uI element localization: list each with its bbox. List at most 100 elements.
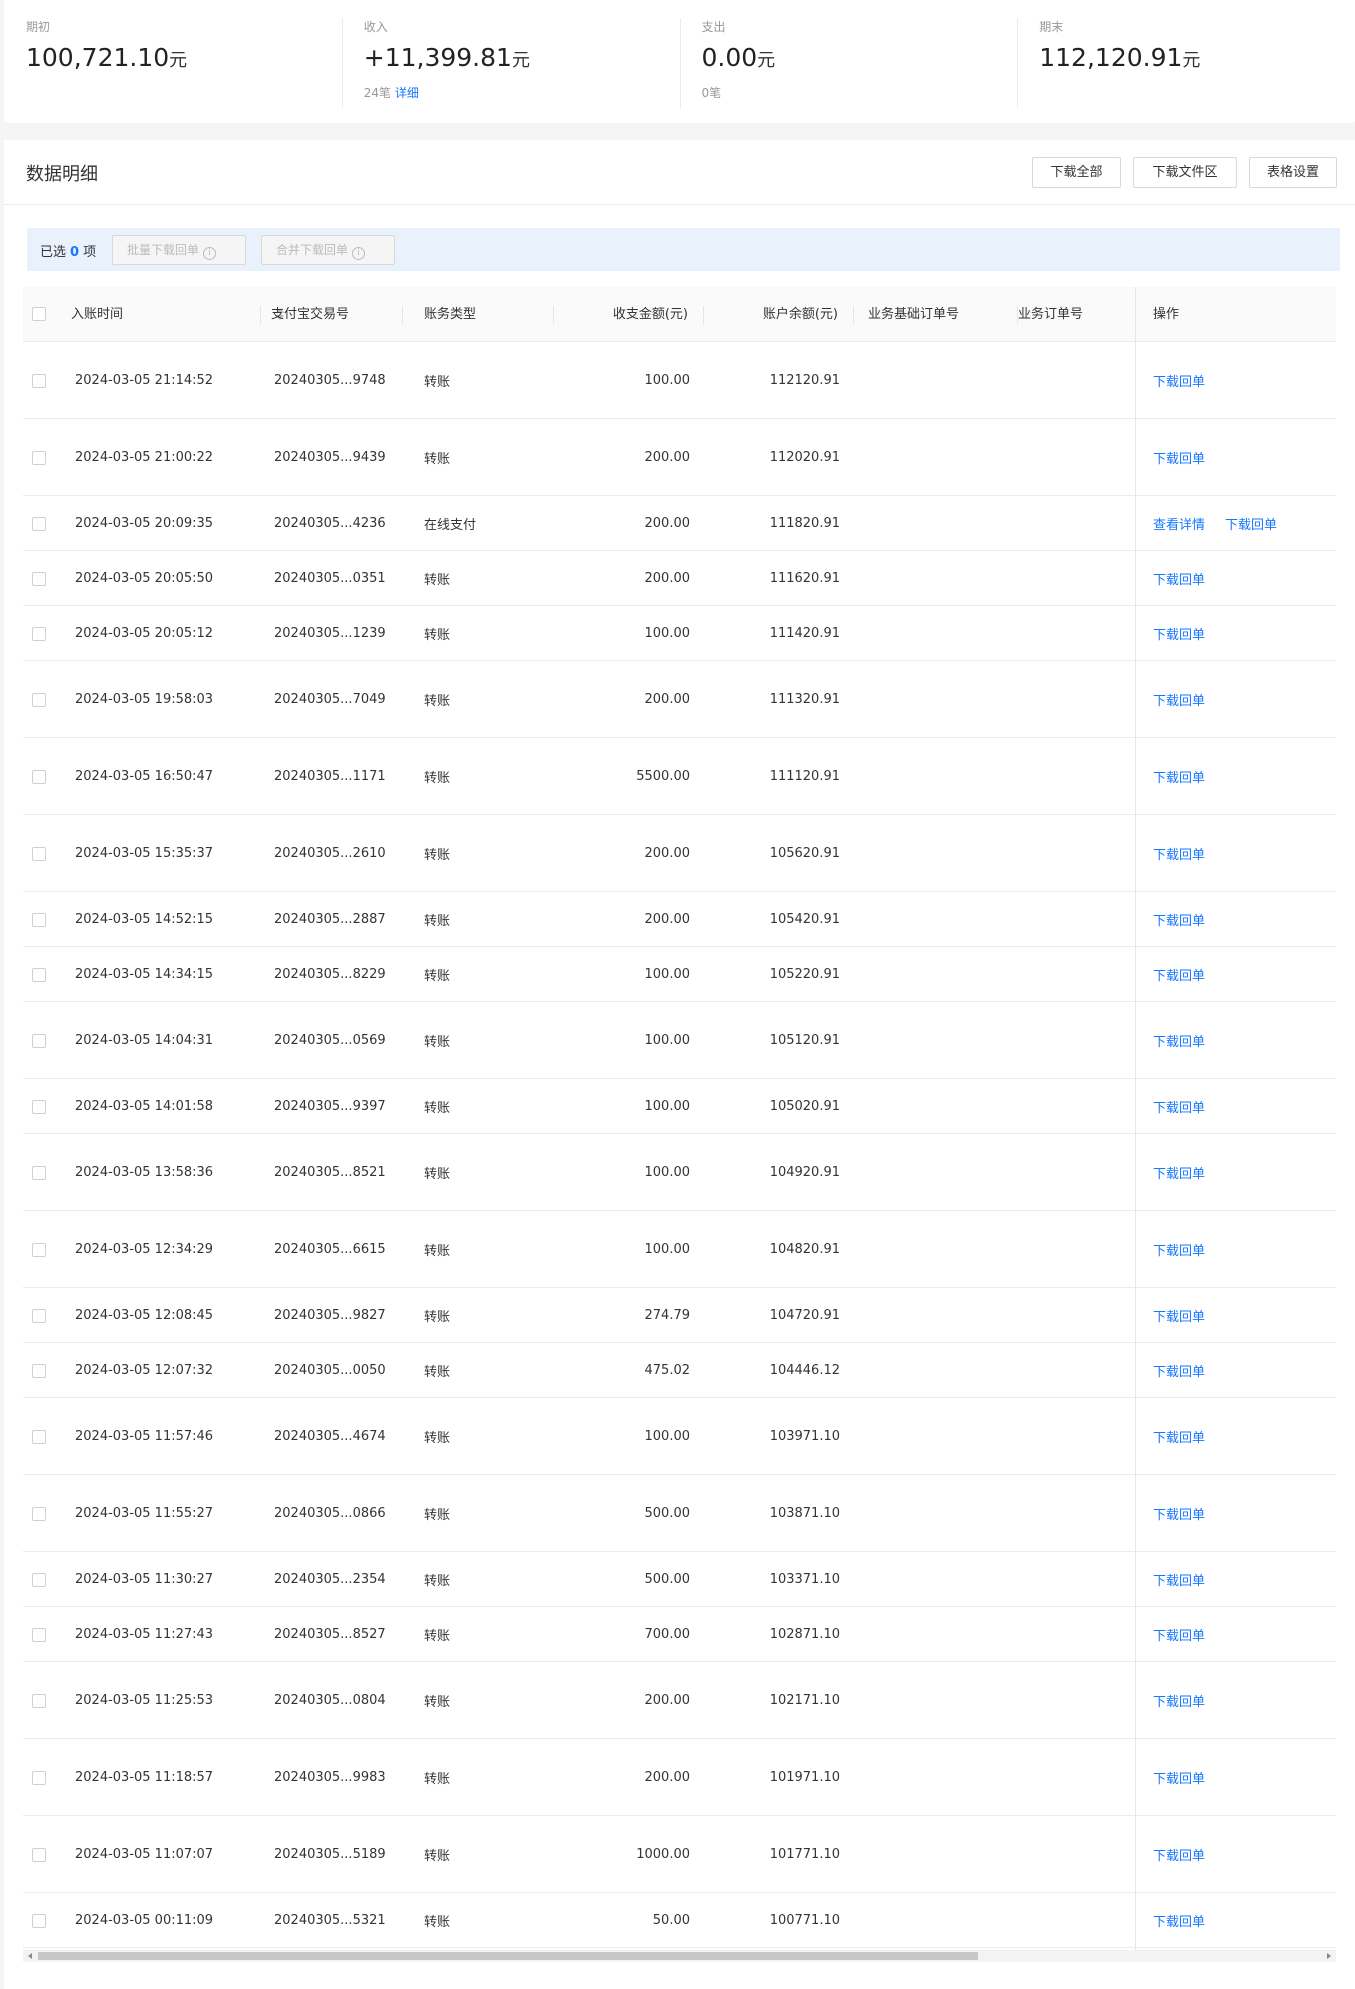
row-checkbox[interactable]	[32, 1627, 46, 1642]
merge-download-button[interactable]: 合并下载回单 i	[261, 235, 395, 265]
cell-amount: 200.00	[644, 845, 691, 861]
row-checkbox[interactable]	[32, 450, 46, 465]
download-receipt-link[interactable]: 下载回单	[1225, 496, 1277, 550]
scroll-right-icon[interactable]	[1327, 1953, 1331, 1959]
row-checkbox[interactable]	[32, 1363, 46, 1378]
column-header-time[interactable]: 入账时间	[71, 287, 284, 342]
download-receipt-link[interactable]: 下载回单	[1153, 1552, 1205, 1606]
download-receipt-link[interactable]: 下载回单	[1153, 815, 1205, 891]
cell-trade-no: 20240305...9748	[274, 372, 386, 388]
cell-type: 转账	[424, 374, 451, 390]
row-checkbox[interactable]	[32, 1429, 46, 1444]
cell-amount: 200.00	[644, 570, 691, 586]
cell-balance: 112120.91	[769, 372, 840, 388]
row-checkbox[interactable]	[32, 1913, 46, 1928]
column-header-amount: 收支金额(元)	[554, 287, 704, 342]
download-receipt-link[interactable]: 下载回单	[1153, 1002, 1205, 1078]
download-receipt-link[interactable]: 下载回单	[1153, 947, 1205, 1001]
row-checkbox[interactable]	[32, 846, 46, 861]
download-receipt-link[interactable]: 下载回单	[1153, 661, 1205, 737]
cell-trade-no: 20240305...2610	[274, 845, 386, 861]
row-checkbox[interactable]	[32, 373, 46, 388]
download-receipt-link[interactable]: 下载回单	[1153, 1893, 1205, 1947]
cell-amount: 200.00	[644, 449, 691, 465]
cell-balance: 104920.91	[769, 1164, 840, 1180]
panel-title: 数据明细	[26, 164, 98, 185]
cell-trade-no: 20240305...9983	[274, 1769, 386, 1785]
cell-time: 2024-03-05 14:04:31	[75, 1032, 214, 1048]
closing-amount: 112,120.91元	[1039, 42, 1355, 77]
income-detail-link[interactable]: 详细	[395, 86, 419, 100]
income-amount: +11,399.81元	[364, 42, 680, 77]
cell-trade-no: 20240305...5321	[274, 1912, 386, 1928]
download-receipt-link[interactable]: 下载回单	[1153, 1398, 1205, 1474]
cell-trade-no: 20240305...0804	[274, 1692, 386, 1708]
download-receipt-link[interactable]: 下载回单	[1153, 1475, 1205, 1551]
row-checkbox[interactable]	[32, 1770, 46, 1785]
row-checkbox[interactable]	[32, 571, 46, 586]
cell-type: 转账	[424, 1694, 451, 1710]
cell-time: 2024-03-05 19:58:03	[75, 691, 214, 707]
download-receipt-link[interactable]: 下载回单	[1153, 1739, 1205, 1815]
income-count: 24笔	[363, 86, 392, 100]
row-checkbox[interactable]	[32, 626, 46, 641]
row-checkbox[interactable]	[32, 912, 46, 927]
table-settings-button[interactable]: 表格设置	[1249, 157, 1337, 188]
cell-trade-no: 20240305...8229	[274, 966, 386, 982]
download-receipt-link[interactable]: 下载回单	[1153, 1079, 1205, 1133]
scrollbar-thumb[interactable]	[38, 1952, 978, 1960]
row-checkbox[interactable]	[32, 1572, 46, 1587]
row-checkbox[interactable]	[32, 1506, 46, 1521]
row-checkbox[interactable]	[32, 692, 46, 707]
download-receipt-link[interactable]: 下载回单	[1153, 1662, 1205, 1738]
row-checkbox[interactable]	[32, 1308, 46, 1323]
download-receipt-link[interactable]: 下载回单	[1153, 738, 1205, 814]
download-receipt-link[interactable]: 下载回单	[1153, 606, 1205, 660]
cell-balance: 112020.91	[769, 449, 840, 465]
table-row: 2024-03-05 11:18:57 20240305...9983 转账 200.…	[23, 1739, 1336, 1816]
download-all-button[interactable]: 下载全部	[1032, 157, 1121, 188]
download-receipt-link[interactable]: 下载回单	[1153, 1134, 1205, 1210]
row-checkbox[interactable]	[32, 1847, 46, 1862]
download-receipt-link[interactable]: 下载回单	[1153, 1211, 1205, 1287]
horizontal-scrollbar[interactable]	[23, 1950, 1336, 1962]
row-checkbox[interactable]	[32, 1033, 46, 1048]
cell-type: 转账	[424, 627, 451, 643]
table-row: 2024-03-05 12:08:45 20240305...9827 转账 274.…	[23, 1288, 1336, 1343]
row-checkbox[interactable]	[32, 1099, 46, 1114]
row-checkbox[interactable]	[32, 967, 46, 982]
opening-amount: 100,721.10元	[26, 42, 342, 77]
cell-time: 2024-03-05 16:50:47	[75, 768, 214, 784]
cell-amount: 1000.00	[636, 1846, 690, 1862]
scroll-left-icon[interactable]	[28, 1953, 32, 1959]
income-label: 收入	[363, 20, 388, 34]
panel-header: 数据明细 下载全部 下载文件区 表格设置	[4, 140, 1355, 205]
download-receipt-link[interactable]: 下载回单	[1153, 1607, 1205, 1661]
download-receipt-link[interactable]: 下载回单	[1153, 892, 1205, 946]
selection-bar: 已选 0 项 批量下载回单 i 合并下载回单 i	[27, 228, 1340, 271]
column-header-balance: 账户余额(元)	[704, 287, 854, 342]
download-receipt-link[interactable]: 下载回单	[1153, 1343, 1205, 1397]
cell-balance: 101971.10	[769, 1769, 840, 1785]
batch-download-button[interactable]: 批量下载回单 i	[112, 235, 246, 265]
cell-type: 转账	[424, 1166, 451, 1182]
download-area-button[interactable]: 下载文件区	[1133, 157, 1237, 188]
cell-trade-no: 20240305...1171	[274, 768, 386, 784]
download-receipt-link[interactable]: 下载回单	[1153, 419, 1205, 495]
cell-balance: 103971.10	[769, 1428, 840, 1444]
row-checkbox[interactable]	[32, 1165, 46, 1180]
download-receipt-link[interactable]: 下载回单	[1153, 1288, 1205, 1342]
cell-amount: 100.00	[644, 1164, 691, 1180]
download-receipt-link[interactable]: 下载回单	[1153, 1816, 1205, 1892]
row-checkbox[interactable]	[32, 516, 46, 531]
download-receipt-link[interactable]: 下载回单	[1153, 342, 1205, 418]
row-checkbox[interactable]	[32, 769, 46, 784]
download-receipt-link[interactable]: 下载回单	[1153, 551, 1205, 605]
table-row: 2024-03-05 21:14:52 20240305...9748 转账 100.…	[23, 342, 1336, 419]
row-checkbox[interactable]	[32, 1242, 46, 1257]
table-row: 2024-03-05 11:07:07 20240305...5189 转账 1000…	[23, 1816, 1336, 1893]
view-details-link[interactable]: 查看详情	[1153, 496, 1205, 550]
cell-amount: 200.00	[644, 1692, 691, 1708]
select-all-checkbox[interactable]	[32, 307, 46, 321]
row-checkbox[interactable]	[32, 1693, 46, 1708]
